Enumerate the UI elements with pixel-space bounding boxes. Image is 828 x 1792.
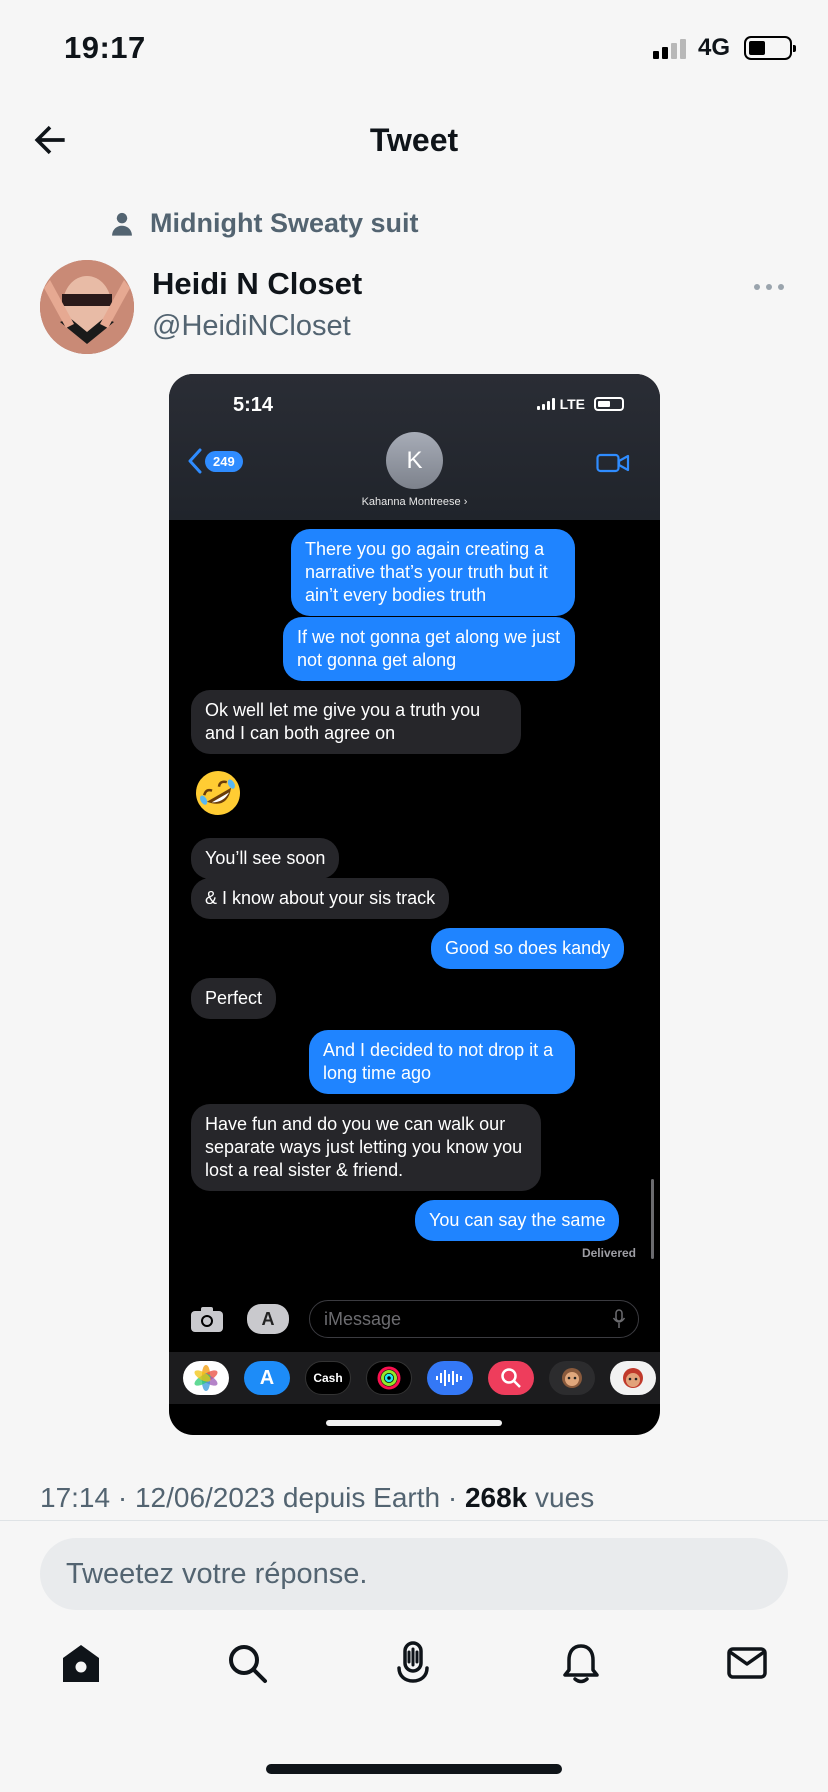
search-images-icon: [488, 1361, 534, 1395]
media-signal-icon: [536, 398, 555, 410]
contact-name: Kahanna Montreese ›: [361, 496, 468, 508]
message-bubble-outgoing: If we not gonna get along we just not go…: [283, 617, 575, 681]
media-status-indicators: LTE: [536, 396, 624, 412]
apple-cash-icon: Cash: [305, 1361, 351, 1395]
more-options-icon[interactable]: [754, 284, 784, 290]
avatar-image: [40, 260, 134, 354]
tab-bar: [0, 1640, 828, 1710]
media-status-time: 5:14: [233, 394, 274, 416]
contact-name-text: Kahanna Montreese: [361, 496, 461, 508]
imessage-placeholder: iMessage: [324, 1309, 402, 1329]
status-indicators: 4G: [652, 34, 796, 62]
media-scroll-indicator: [651, 1179, 654, 1259]
video-call-icon: [596, 453, 630, 473]
imessage-header: 5:14 LTE 249 K Kahanna Montreese ›: [169, 374, 660, 520]
media-battery-icon: [594, 397, 624, 411]
activity-icon: [366, 1361, 412, 1395]
audio-icon: [427, 1361, 473, 1395]
nav-bar: Tweet: [0, 108, 828, 172]
imessage-input: iMessage: [309, 1300, 639, 1338]
author-handle[interactable]: @HeidiNCloset: [152, 310, 362, 343]
reply-input[interactable]: Tweetez votre réponse.: [40, 1538, 788, 1610]
tweet-timestamp: 17:14 · 12/06/2023 depuis Earth ·: [40, 1482, 465, 1513]
tweet-media-image[interactable]: 5:14 LTE 249 K Kahanna Montreese › There…: [169, 374, 660, 1435]
view-count[interactable]: 268k: [465, 1482, 527, 1513]
memoji-icon-2: [610, 1361, 656, 1395]
author-info[interactable]: Heidi N Closet @HeidiNCloset: [152, 266, 362, 343]
message-bubble-incoming: & I know about your sis track: [191, 878, 450, 919]
unread-badge: 249: [205, 450, 243, 472]
divider: [0, 1520, 828, 1521]
message-bubble-incoming: Have fun and do you we can walk our sepa…: [191, 1104, 541, 1191]
author-name[interactable]: Heidi N Closet: [152, 266, 362, 302]
imessage-app-strip: A Cash: [169, 1352, 660, 1404]
search-icon[interactable]: [224, 1640, 270, 1686]
chevron-left-icon: [188, 448, 202, 474]
battery-icon: [744, 36, 796, 60]
message-bubble-outgoing: You can say the same: [415, 1200, 620, 1241]
microphone-icon: [612, 1309, 626, 1328]
message-bubble-incoming: You’ll see soon: [191, 838, 340, 879]
memoji-icon: [549, 1361, 595, 1395]
message-bubble-outgoing: There you go again creating a narrative …: [291, 529, 575, 616]
imessage-input-bar: A iMessage: [169, 1292, 660, 1352]
photos-icon: [183, 1361, 229, 1395]
messages-envelope-icon[interactable]: [724, 1640, 770, 1686]
signal-icon: [652, 37, 686, 59]
network-type: 4G: [697, 34, 730, 61]
contact-avatar: K: [386, 432, 443, 489]
notifications-bell-icon[interactable]: [558, 1640, 604, 1686]
message-bubble-outgoing: And I decided to not drop it a long time…: [309, 1030, 575, 1094]
spaces-icon[interactable]: [390, 1640, 436, 1686]
status-time: 19:17: [64, 30, 146, 65]
social-context-label: Midnight Sweaty suit: [150, 208, 419, 238]
person-icon: [112, 212, 132, 236]
media-network-type: LTE: [559, 396, 585, 412]
page-title: Tweet: [369, 122, 459, 158]
tweet-meta: 17:14 · 12/06/2023 depuis Earth · 268k v…: [40, 1482, 594, 1514]
message-bubble-incoming: Perfect: [191, 978, 277, 1019]
status-bar: 19:17 4G: [0, 0, 828, 100]
rolling-on-floor-laughing-emoji: [196, 771, 240, 815]
app-store-icon: A: [244, 1361, 290, 1395]
message-bubble-outgoing: Good so does kandy: [431, 928, 625, 969]
message-bubble-incoming: Ok well let me give you a truth you and …: [191, 690, 521, 754]
delivered-status: Delivered: [581, 1246, 636, 1260]
app-store-drawer-icon: A: [247, 1304, 289, 1334]
home-icon[interactable]: [58, 1640, 104, 1686]
media-back-button: 249: [187, 448, 243, 474]
apple-cash-label: Cash: [313, 1371, 343, 1385]
home-indicator: [266, 1764, 562, 1774]
media-home-indicator: [326, 1420, 502, 1426]
reply-placeholder: Tweetez votre réponse.: [66, 1558, 368, 1590]
social-context[interactable]: Midnight Sweaty suit: [108, 208, 419, 239]
avatar[interactable]: [40, 260, 134, 354]
camera-icon: [191, 1307, 223, 1332]
views-label: vues: [527, 1482, 595, 1513]
